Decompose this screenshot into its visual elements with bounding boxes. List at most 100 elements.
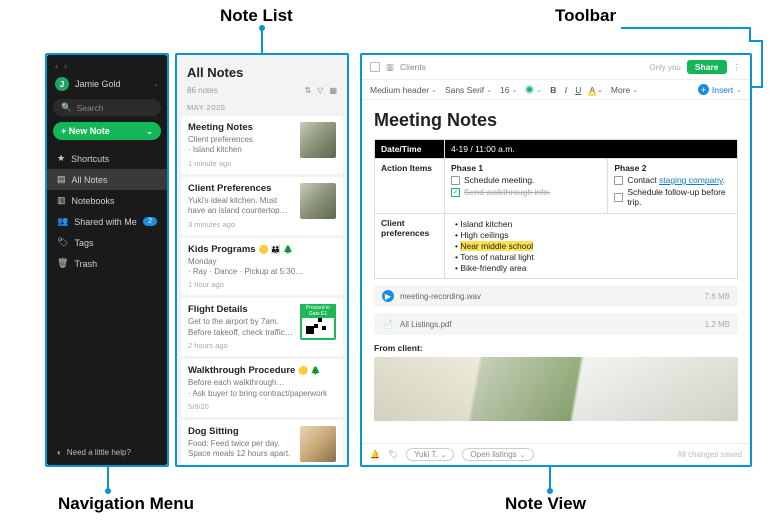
- tag-icon[interactable]: 🏷: [388, 450, 398, 459]
- font-select[interactable]: Sans Serif⌄: [445, 85, 492, 95]
- note-thumbnail: [300, 426, 336, 462]
- client-photo[interactable]: [374, 357, 738, 421]
- attachment[interactable]: ▶ meeting-recording.wav 7.6 MB: [374, 285, 738, 307]
- note-title[interactable]: Meeting Notes: [374, 110, 738, 131]
- new-note-button[interactable]: + New Note ⌄: [53, 122, 161, 140]
- list-item: Bike-friendly area: [455, 263, 731, 273]
- note-view: ▥ Clients Only you Share ⋮ Medium header…: [362, 55, 750, 465]
- attachment-name: All Listings.pdf: [400, 320, 452, 329]
- callout-label-toolbar: Toolbar: [555, 6, 616, 26]
- tag-pill[interactable]: Open listings⌄: [462, 448, 533, 461]
- callout-label-noteview: Note View: [505, 494, 586, 514]
- breadcrumb[interactable]: Clients: [400, 62, 426, 72]
- text-color-button[interactable]: ⌄: [525, 85, 542, 94]
- view-icon[interactable]: ▦: [329, 86, 337, 95]
- card-badges: 🟡 👪 🌲: [259, 245, 293, 254]
- sidebar-item-label: Trash: [74, 259, 97, 269]
- checkbox-icon: [614, 176, 623, 185]
- card-time: 1 hour ago: [188, 280, 336, 289]
- user-name: Jamie Gold: [75, 79, 121, 89]
- highlighted-text: Near middle school: [460, 241, 533, 251]
- list-item: High ceilings: [455, 230, 731, 240]
- card-time: 1 minute ago: [188, 159, 294, 168]
- color-swatch-icon: [525, 85, 534, 94]
- sidebar-item-label: Notebooks: [72, 196, 115, 206]
- card-title: Client Preferences: [188, 183, 294, 194]
- chevron-down-icon: ⌄: [146, 127, 153, 136]
- audio-icon: ▶: [382, 290, 394, 302]
- nav-item-icon: ★: [57, 153, 65, 164]
- note-card[interactable]: Walkthrough Procedure🟡 🌲 Before each wal…: [181, 359, 343, 417]
- list-month: MAY 2020: [177, 99, 347, 114]
- editor-toolbar: Medium header⌄ Sans Serif⌄ 16⌄ ⌄ B I U A…: [362, 80, 750, 100]
- highlight-button[interactable]: A⌄: [589, 85, 603, 95]
- note-card[interactable]: Kids Programs🟡 👪 🌲 Monday· Ray · Dance ·…: [181, 238, 343, 296]
- row-label: Action Items: [375, 159, 445, 214]
- card-desc: Before each walkthrough…· Ask buyer to b…: [188, 378, 336, 399]
- checkbox-item[interactable]: Schedule meeting.: [451, 175, 601, 185]
- help-link[interactable]: ◐ Need a little help?: [47, 442, 167, 465]
- list-title: All Notes: [187, 65, 337, 80]
- nav-item-icon: ▥: [57, 195, 66, 206]
- sidebar-item-trash[interactable]: 🗑 Trash: [47, 253, 167, 274]
- note-card[interactable]: Dog Sitting Food: Feed twice per day. Sp…: [181, 420, 343, 465]
- nav-item-icon: 🗑: [57, 258, 68, 269]
- share-button[interactable]: Share: [687, 60, 727, 74]
- nav-back-icon[interactable]: ‹: [55, 61, 58, 71]
- search-placeholder: Search: [77, 103, 104, 113]
- section-label: From client:: [374, 343, 738, 353]
- sidebar-item-shortcuts[interactable]: ★Shortcuts: [47, 148, 167, 169]
- pdf-icon: 📄: [382, 318, 394, 330]
- shared-user-pill[interactable]: Yuki T.⌄: [406, 448, 454, 461]
- sidebar-item-notebooks[interactable]: ▥ Notebooks: [47, 190, 167, 211]
- sidebar-item-label: Tags: [74, 238, 93, 248]
- note-card[interactable]: Meeting Notes Client preferences· Island…: [181, 116, 343, 174]
- sidebar-item-shared-with-me[interactable]: 👥Shared with Me2: [47, 211, 167, 232]
- checkbox-item[interactable]: Schedule follow-up before trip.: [614, 187, 731, 207]
- filter-icon[interactable]: ▽: [317, 86, 323, 95]
- card-desc: Get to the airport by 7am. Before takeof…: [188, 317, 294, 338]
- card-title: Flight Details: [188, 304, 294, 315]
- note-card[interactable]: Flight Details Get to the airport by 7am…: [181, 298, 343, 356]
- list-item: Tons of natural light: [455, 252, 731, 262]
- reminder-icon[interactable]: 🔔: [370, 450, 380, 459]
- italic-button[interactable]: I: [564, 85, 567, 95]
- phase-header: Phase 1: [451, 163, 601, 173]
- count-badge: 2: [143, 217, 157, 226]
- checkbox-item[interactable]: Contact staging company.: [614, 175, 731, 185]
- insert-button[interactable]: + Insert ⌄: [698, 84, 742, 95]
- card-badges: 🟡 🌲: [298, 366, 320, 375]
- help-icon: ◐: [57, 448, 62, 457]
- attachment[interactable]: 📄 All Listings.pdf 1.2 MB: [374, 313, 738, 335]
- style-select[interactable]: Medium header⌄: [370, 85, 437, 95]
- size-select[interactable]: 16⌄: [500, 85, 517, 95]
- card-desc: Yuki's ideal kitchen. Must have an islan…: [188, 196, 294, 217]
- sort-icon[interactable]: ⇅: [305, 86, 312, 95]
- save-status: All changes saved: [677, 450, 742, 459]
- nav-fwd-icon[interactable]: ›: [64, 61, 67, 71]
- attachment-name: meeting-recording.wav: [400, 292, 481, 301]
- date-time[interactable]: 4-19 / 11:00 a.m.: [445, 140, 738, 159]
- link[interactable]: staging company: [659, 175, 723, 185]
- avatar: J: [55, 77, 69, 91]
- search-input[interactable]: 🔍 Search: [53, 99, 161, 116]
- underline-button[interactable]: U: [575, 85, 581, 95]
- search-icon: 🔍: [61, 102, 72, 113]
- nav-user[interactable]: J Jamie Gold ⌄: [47, 73, 167, 97]
- nav-history: ‹ ›: [47, 55, 167, 73]
- note-list: All Notes 86 notes ⇅ ▽ ▦ MAY 2020 Meetin…: [177, 55, 347, 465]
- note-card[interactable]: Client Preferences Yuki's ideal kitchen.…: [181, 177, 343, 235]
- checkbox-icon: [614, 193, 623, 202]
- checkbox-item[interactable]: ✓ Send walkthrough info.: [451, 187, 601, 197]
- sidebar-item-all-notes[interactable]: ▤All Notes: [47, 169, 167, 190]
- more-format-button[interactable]: More⌄: [611, 85, 638, 95]
- card-time: 5/2/20: [188, 463, 294, 465]
- bold-button[interactable]: B: [550, 85, 556, 95]
- sidebar-item-tags[interactable]: 🏷Tags: [47, 232, 167, 253]
- plus-icon: +: [698, 84, 709, 95]
- more-icon[interactable]: ⋮: [733, 62, 743, 73]
- row-label: Client preferences: [375, 214, 445, 279]
- nav-item-icon: ▤: [57, 174, 66, 185]
- expand-icon[interactable]: [370, 62, 380, 72]
- preferences-list[interactable]: Island kitchenHigh ceilingsNear middle s…: [451, 219, 731, 273]
